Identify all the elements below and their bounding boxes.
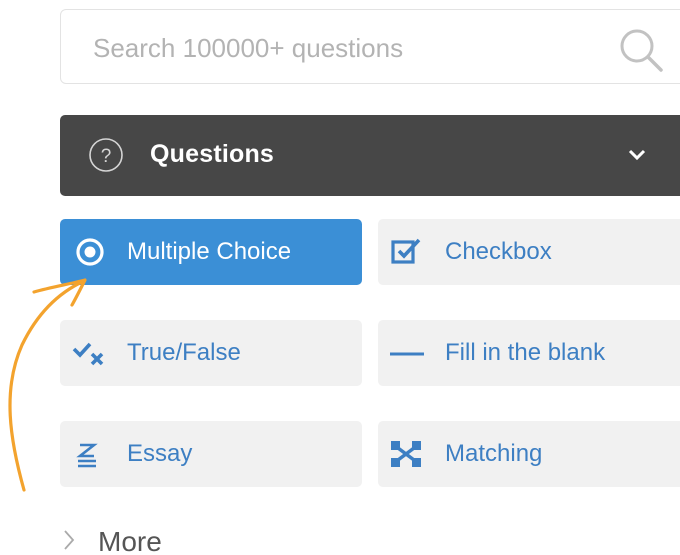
dash-icon [390,352,424,356]
question-type-label: Essay [127,440,193,467]
question-panel: ? Questions Multiple Choice Checkbox Tru… [0,0,680,555]
question-type-checkbox[interactable]: Checkbox [378,219,680,285]
check-cross-icon [72,342,104,366]
question-type-label: Multiple Choice [127,238,292,265]
matching-icon [391,441,421,467]
question-type-label: Matching [445,440,543,467]
search-box [60,9,680,84]
question-type-fill-in-the-blank[interactable]: Fill in the blank [378,320,680,386]
more-label: More [98,526,162,555]
questions-header[interactable]: ? Questions [60,115,680,196]
question-type-matching[interactable]: Matching [378,421,680,487]
search-input[interactable] [91,28,595,68]
svg-text:?: ? [101,146,112,167]
question-type-essay[interactable]: Essay [60,421,362,487]
text-lines-icon [76,443,98,468]
questions-title: Questions [150,140,275,168]
question-type-label: Fill in the blank [445,339,606,366]
chevron-right-icon [64,530,75,550]
question-type-label: True/False [127,339,241,366]
question-type-true-false[interactable]: True/False [60,320,362,386]
search-icon[interactable] [617,26,665,74]
checkbox-icon [391,238,421,264]
question-type-label: Checkbox [445,238,552,265]
help-circle-icon: ? [89,138,123,172]
radio-target-icon [76,238,104,266]
question-type-multiple-choice[interactable]: Multiple Choice [60,219,362,285]
chevron-down-icon[interactable] [626,147,648,163]
